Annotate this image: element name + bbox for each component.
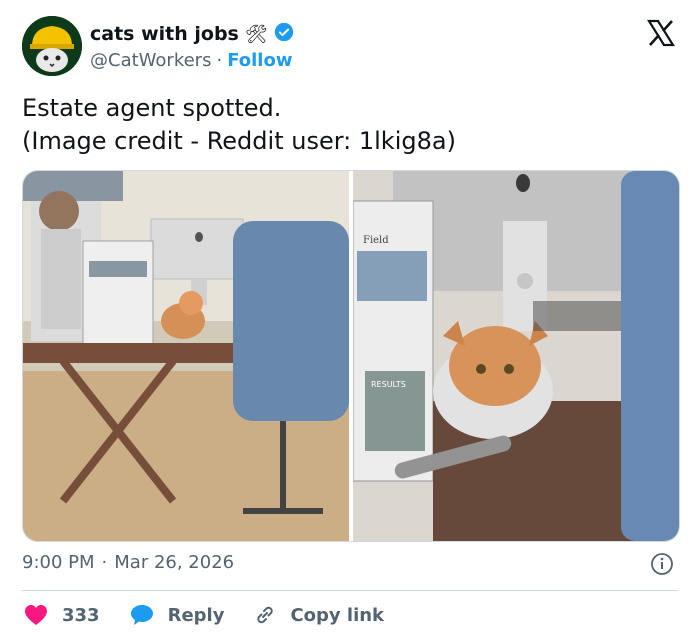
media-grid: Field RESULTS [22, 170, 680, 542]
avatar[interactable] [22, 16, 82, 76]
link-icon [254, 604, 276, 626]
copy-link-label: Copy link [290, 604, 385, 626]
handle-separator: · [216, 50, 223, 71]
handle[interactable]: @CatWorkers [90, 50, 211, 71]
tools-emoji: 🛠 [244, 23, 268, 45]
tweet-header: cats with jobs 🛠 @CatWorkers · Follow [22, 16, 678, 78]
info-icon[interactable] [650, 552, 674, 576]
reply-button[interactable]: Reply [130, 604, 225, 626]
heart-icon [24, 604, 48, 626]
reply-bubble-icon [130, 604, 154, 626]
tweet-text: Estate agent spotted. (Image credit - Re… [22, 92, 456, 158]
like-button[interactable]: 333 [24, 604, 100, 626]
display-name[interactable]: cats with jobs [90, 23, 239, 45]
name-row: cats with jobs 🛠 [90, 22, 294, 46]
like-count: 333 [62, 604, 100, 626]
tweet-text-line-1: Estate agent spotted. [22, 94, 282, 122]
timestamp[interactable]: 9:00 PM · Mar 26, 2026 [22, 552, 234, 573]
reply-label: Reply [167, 604, 225, 626]
timestamp-separator: · [101, 552, 108, 573]
divider [22, 590, 678, 591]
photo-right[interactable]: Field RESULTS [353, 171, 679, 541]
photo-left[interactable] [23, 171, 349, 541]
copy-link-button[interactable]: Copy link [254, 604, 384, 626]
timestamp-time[interactable]: 9:00 PM [22, 552, 95, 573]
verified-badge-icon [274, 22, 294, 46]
action-bar: 333 Reply Copy link [24, 600, 414, 630]
follow-button[interactable]: Follow [227, 50, 292, 71]
timestamp-date[interactable]: Mar 26, 2026 [114, 552, 234, 573]
tweet-text-line-2: (Image credit - Reddit user: 1lkig8a) [22, 127, 456, 155]
x-logo-icon[interactable] [646, 18, 676, 48]
handle-row: @CatWorkers · Follow [90, 50, 292, 71]
